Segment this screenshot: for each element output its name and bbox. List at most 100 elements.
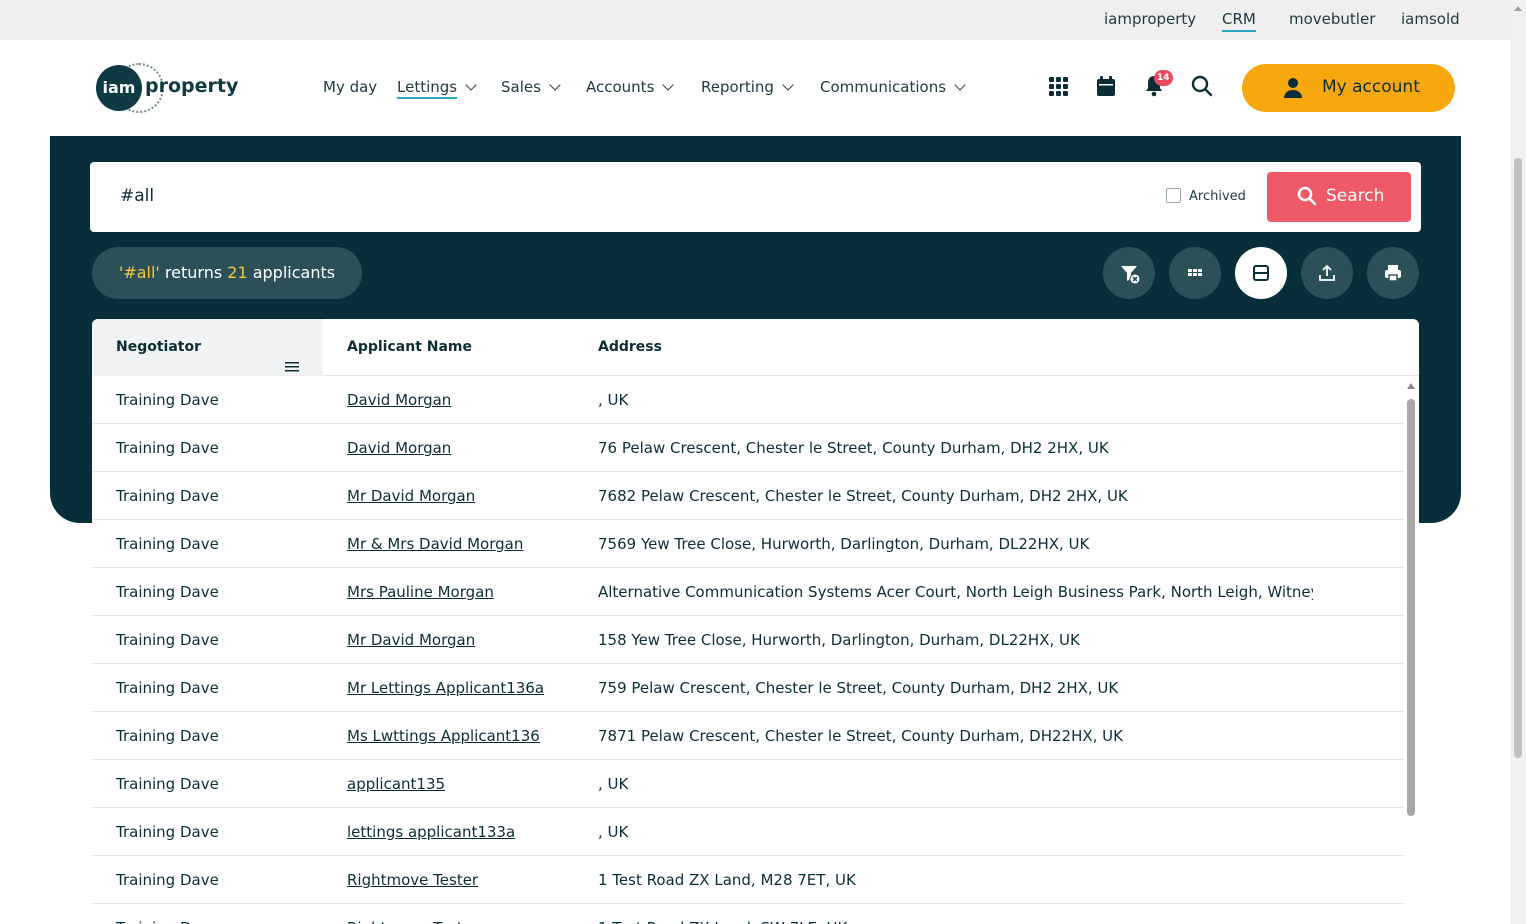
negotiator-cell: Training Dave [116, 775, 219, 793]
nav-sales[interactable]: Sales [501, 78, 561, 96]
scroll-up-arrow-icon[interactable] [1514, 6, 1522, 11]
results-term: '#all' [118, 263, 160, 282]
applicant-name-link[interactable]: David Morgan [347, 391, 451, 409]
nav-label: Sales [501, 78, 541, 96]
nav-label: My day [323, 78, 378, 96]
main-header: iam property My day Lettings Sales Accou… [0, 40, 1510, 136]
address-cell: , UK [598, 391, 629, 409]
table-row[interactable]: Training Dave David Morgan 76 Pelaw Cresce… [92, 424, 1404, 472]
applicant-name-link[interactable]: David Morgan [347, 439, 451, 457]
address-cell: 7682 Pelaw Crescent, Chester le Street, … [598, 487, 1128, 505]
table-row[interactable]: Training Dave Mr & Mrs David Morgan 7569 Y… [92, 520, 1404, 568]
print-button[interactable] [1367, 247, 1419, 299]
address-cell: 7871 Pelaw Crescent, Chester le Street, … [598, 727, 1123, 745]
grid-view-button[interactable] [1169, 247, 1221, 299]
brand-link-crm[interactable]: CRM [1222, 10, 1256, 32]
logo-mark: iam [96, 65, 142, 111]
applicant-name-link[interactable]: Mr David Morgan [347, 631, 475, 649]
nav-reporting[interactable]: Reporting [701, 78, 794, 96]
negotiator-cell: Training Dave [116, 679, 219, 697]
applicant-name-link[interactable]: Rightmove Tester [347, 919, 478, 924]
results-summary: '#all' returns 21 applicants [92, 247, 362, 299]
table-row[interactable]: Training Dave applicant135 , UK [92, 760, 1404, 808]
user-icon [1282, 77, 1304, 104]
table-row[interactable]: Training Dave Rightmove Tester 1 Test Road… [92, 856, 1404, 904]
applicants-table: Negotiator Applicant Name Address Traini… [92, 319, 1419, 924]
negotiator-cell: Training Dave [116, 535, 219, 553]
brand-link-iamproperty[interactable]: iamproperty [1104, 10, 1196, 28]
table-row[interactable]: Training Dave Mr Lettings Applicant136a 75… [92, 664, 1404, 712]
chevron-down-icon [465, 79, 477, 91]
column-header-applicant-name[interactable]: Applicant Name [347, 319, 472, 376]
table-body: Training Dave David Morgan, UK Training Da… [92, 376, 1404, 924]
applicant-name-link[interactable]: Mrs Pauline Morgan [347, 583, 494, 601]
table-row[interactable]: Training Dave David Morgan , UK [92, 376, 1404, 424]
address-cell: 759 Pelaw Crescent, Chester le Street, C… [598, 679, 1119, 697]
negotiator-cell: Training Dave [116, 727, 219, 745]
checkbox-box[interactable] [1166, 188, 1181, 203]
search-icon [1297, 186, 1317, 211]
chevron-down-icon [549, 79, 561, 91]
brand-link-iamsold[interactable]: iamsold [1401, 10, 1460, 28]
nav-my-day[interactable]: My day [323, 78, 377, 96]
address-cell: 158 Yew Tree Close, Hurworth, Darlington… [598, 631, 1080, 649]
scroll-up-arrow-icon[interactable] [1407, 383, 1415, 389]
logo[interactable]: iam property [96, 63, 238, 113]
applicant-name-link[interactable]: lettings applicant133a [347, 823, 515, 841]
negotiator-cell: Training Dave [116, 391, 219, 409]
chevron-down-icon [782, 79, 794, 91]
nav-label: Accounts [586, 78, 655, 96]
results-text: applicants [247, 263, 336, 282]
nav-accounts[interactable]: Accounts [586, 78, 675, 96]
archived-label: Archived [1189, 189, 1246, 204]
table-row[interactable]: Training Dave lettings applicant133a , UK [92, 808, 1404, 856]
results-text: returns [159, 263, 228, 282]
column-label: Negotiator [116, 339, 202, 355]
address-cell: , UK [598, 775, 629, 793]
nav-lettings[interactable]: Lettings [397, 78, 477, 99]
negotiator-cell: Training Dave [116, 439, 219, 457]
card-view-button[interactable] [1235, 247, 1287, 299]
negotiator-cell: Training Dave [116, 823, 219, 841]
applicant-name-link[interactable]: Rightmove Tester [347, 871, 478, 889]
nav-label: Reporting [701, 78, 774, 96]
search-input[interactable] [120, 186, 1020, 206]
table-row[interactable]: Training Dave Rightmove Tester 1 Test Road… [92, 904, 1404, 924]
table-row[interactable]: Training Dave Ms Lwttings Applicant136 787… [92, 712, 1404, 760]
applicant-name-link[interactable]: applicant135 [347, 775, 445, 793]
calendar-icon[interactable] [1094, 74, 1118, 98]
search-button-label: Search [1326, 186, 1385, 206]
address-cell: , UK [598, 823, 629, 841]
address-cell: 1 Test Road ZX Land, SW 7LE, UK [598, 919, 1313, 924]
grid-view-icon [1188, 269, 1202, 276]
archived-checkbox[interactable]: Archived [1166, 188, 1246, 204]
table-header: Negotiator Applicant Name Address [92, 319, 1419, 376]
nav-label: Communications [820, 78, 947, 96]
page-scrollbar-thumb[interactable] [1514, 158, 1522, 758]
table-row[interactable]: Training Dave Mr David Morgan 7682 Pelaw C… [92, 472, 1404, 520]
page-scrollbar[interactable] [1510, 0, 1526, 924]
applicant-name-link[interactable]: Mr & Mrs David Morgan [347, 535, 523, 553]
column-header-negotiator[interactable]: Negotiator [92, 319, 323, 376]
search-button[interactable]: Search [1267, 172, 1411, 222]
search-icon[interactable] [1190, 74, 1214, 98]
brand-link-movebutler[interactable]: movebutler [1289, 10, 1375, 28]
table-row[interactable]: Training Dave Mr David Morgan 158 Yew Tree… [92, 616, 1404, 664]
negotiator-cell: Training Dave [116, 487, 219, 505]
applicant-name-link[interactable]: Mr Lettings Applicant136a [347, 679, 544, 697]
applicant-name-link[interactable]: Ms Lwttings Applicant136 [347, 727, 540, 745]
apps-grid-icon[interactable] [1046, 74, 1070, 98]
clear-filter-button[interactable] [1103, 247, 1155, 299]
address-cell: Alternative Communication Systems Acer C… [598, 583, 1313, 601]
nav-communications[interactable]: Communications [820, 78, 966, 96]
my-account-button[interactable]: My account [1242, 64, 1455, 112]
table-scrollbar-thumb[interactable] [1407, 399, 1415, 816]
negotiator-cell: Training Dave [116, 919, 219, 924]
notification-count-badge: 14 [1154, 70, 1173, 86]
applicant-name-link[interactable]: Mr David Morgan [347, 487, 475, 505]
print-icon [1385, 265, 1401, 282]
export-button[interactable] [1301, 247, 1353, 299]
chevron-down-icon [954, 79, 966, 91]
column-header-address[interactable]: Address [598, 319, 662, 376]
table-row[interactable]: Training Dave Mrs Pauline Morgan Alternati… [92, 568, 1404, 616]
